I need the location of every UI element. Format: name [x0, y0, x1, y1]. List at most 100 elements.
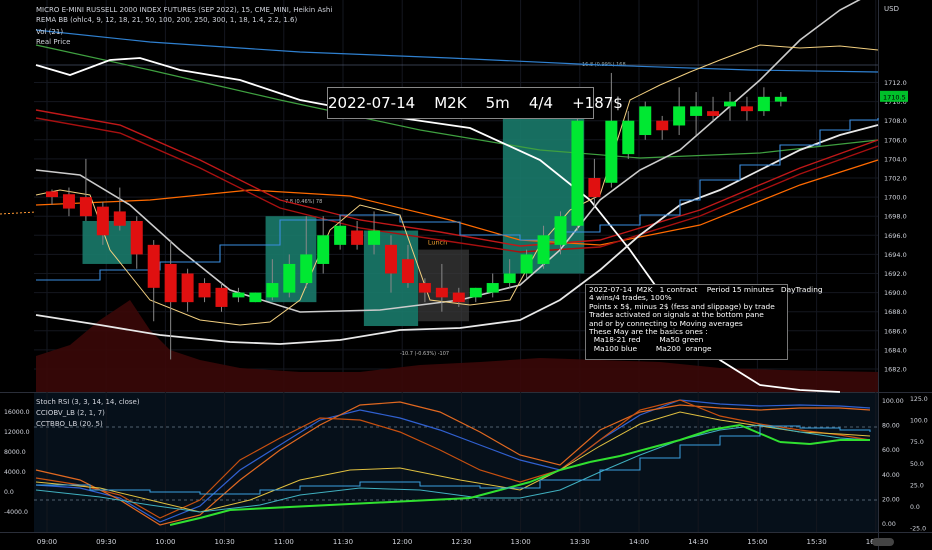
left-axis-tick: 16000.0: [4, 409, 30, 416]
left-axis-tick: 12000.0: [4, 429, 30, 436]
candle-body: [537, 235, 550, 264]
candle-body: [317, 235, 330, 264]
osc-axis-tick: 25.0: [910, 482, 924, 489]
price-tick-label: 1682.0: [884, 366, 907, 374]
osc-axis-tick: 100.0: [910, 418, 928, 425]
candle-body: [639, 106, 652, 136]
candle-body: [249, 292, 262, 303]
candle-body: [690, 106, 703, 116]
candle-body: [96, 206, 109, 236]
candle-body: [622, 120, 635, 155]
time-tick-label: 12:30: [451, 538, 471, 546]
last-price-label: 1710.5: [883, 93, 906, 101]
stoch-rsi-label[interactable]: Stoch RSI (3, 3, 14, 14, close): [36, 398, 140, 406]
osc-axis-tick: 0.0: [910, 504, 920, 511]
time-tick-label: 13:00: [511, 538, 531, 546]
cciobv-label[interactable]: CCIOBV_LB (2, 1, 7): [36, 409, 105, 417]
left-axis-tick: 8000.0: [4, 449, 26, 456]
price-chart[interactable]: Lunch16.8 (0.99%) 1687.8 (0.46%) 78-10.7…: [0, 0, 932, 550]
scroll-handle[interactable]: [872, 538, 894, 546]
candle-body: [181, 273, 194, 303]
time-tick-label: 09:30: [96, 538, 116, 546]
low-line-label: -10.7 (-0.63%) -107: [400, 351, 449, 357]
candle-body: [401, 259, 414, 284]
candle-body: [605, 120, 618, 183]
candle-body: [300, 254, 313, 284]
candle-body: [283, 263, 296, 293]
currency-label: USD: [884, 5, 899, 13]
candle-body: [147, 244, 160, 288]
candle-body: [164, 263, 177, 303]
time-tick-label: 15:00: [747, 538, 767, 546]
osc-axis-tick: -25.0: [910, 526, 926, 533]
price-tick-label: 1704.0: [884, 155, 907, 163]
time-tick-label: 14:30: [688, 538, 708, 546]
price-tick-label: 1686.0: [884, 327, 907, 335]
candle-body: [232, 292, 245, 298]
price-tick-label: 1708.0: [884, 117, 907, 125]
time-tick-label: 14:00: [629, 538, 649, 546]
time-tick-label: 11:30: [333, 538, 353, 546]
time-tick-label: 15:30: [807, 538, 827, 546]
candle-body: [418, 283, 431, 293]
stoch-axis-tick: 40.00: [882, 472, 900, 479]
candle-body: [452, 292, 465, 303]
trade-notes: 2022-07-14 M2K 1 contract Period 15 minu…: [585, 284, 823, 360]
osc-axis-tick: 75.0: [910, 439, 924, 446]
vol-indicator-label[interactable]: Vol (21): [36, 28, 63, 36]
symbol-title: MICRO E-MINI RUSSELL 2000 INDEX FUTURES …: [36, 6, 333, 14]
real-price-label[interactable]: Real Price: [36, 38, 70, 46]
candle-body: [656, 120, 669, 131]
price-tick-label: 1696.0: [884, 232, 907, 240]
price-tick-label: 1712.0: [884, 79, 907, 87]
left-dotted: [0, 211, 37, 215]
candle-body: [46, 191, 58, 198]
price-tick-label: 1692.0: [884, 270, 907, 278]
candle-body: [503, 273, 516, 284]
ma100-blue: [35, 29, 879, 73]
time-tick-label: 12:00: [392, 538, 412, 546]
candle-body: [707, 111, 720, 116]
osc-axis-tick: 125.0: [910, 396, 928, 403]
candle-body: [130, 220, 143, 255]
stoch-axis-tick: 0.00: [882, 521, 896, 528]
candle-body: [79, 197, 92, 217]
stoch-axis-tick: 100.00: [882, 398, 904, 405]
time-tick-label: 10:30: [215, 538, 235, 546]
osc-axis-tick: 50.0: [910, 461, 924, 468]
candle-body: [334, 225, 347, 245]
trade-summary-banner: 2022-07-14 M2K 5m 4/4 +187$: [327, 87, 623, 119]
rema-indicator-label[interactable]: REMA BB (ohlc4, 9, 12, 18, 21, 50, 100, …: [36, 16, 297, 24]
candle-body: [113, 211, 126, 226]
ma21-red: [35, 117, 879, 253]
stoch-axis-tick: 80.00: [882, 423, 900, 430]
candle-body: [469, 287, 482, 298]
cctbbo-label[interactable]: CCTBBO_LB (20, 5): [36, 420, 103, 428]
left-axis-tick: -4000.0: [4, 509, 28, 516]
candle-body: [62, 194, 75, 209]
candle-body: [368, 230, 381, 245]
ma200-orange: [35, 159, 879, 246]
stoch-axis-tick: 20.00: [882, 496, 900, 503]
candle-body: [520, 254, 533, 274]
candle-body: [740, 106, 753, 112]
price-tick-label: 1688.0: [884, 308, 907, 316]
candle-body: [724, 101, 736, 107]
candle-body: [757, 96, 770, 112]
candle-body: [198, 283, 211, 298]
candle-body: [774, 96, 787, 102]
candle-body: [435, 287, 448, 298]
candle-body: [588, 178, 601, 198]
stoch-axis-tick: 60.00: [882, 447, 900, 454]
price-tick-label: 1702.0: [884, 175, 907, 183]
price-tick-label: 1700.0: [884, 194, 907, 202]
candle-body: [351, 230, 364, 245]
notes-line: Ma100 blue Ma200 orange: [589, 343, 712, 353]
candle-body: [554, 216, 567, 245]
time-tick-label: 13:30: [570, 538, 590, 546]
price-tick-label: 1684.0: [884, 346, 907, 354]
candle-body: [266, 283, 279, 298]
price-tick-label: 1698.0: [884, 213, 907, 221]
candle-body: [385, 244, 397, 274]
left-axis-tick: 0.0: [4, 489, 14, 496]
